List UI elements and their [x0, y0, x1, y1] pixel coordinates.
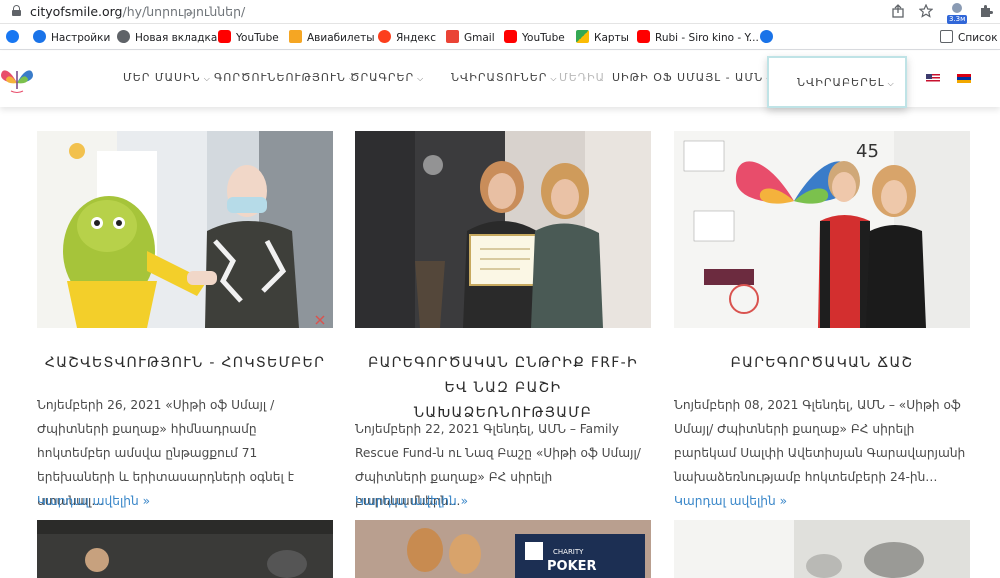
- chevron-down-icon: ⌵: [203, 74, 211, 83]
- share-icon[interactable]: [890, 4, 906, 20]
- youtube-icon: [504, 30, 517, 43]
- edge-icon: [760, 30, 773, 43]
- chevron-down-icon: ⌵: [550, 74, 558, 83]
- city-of-smile-logo[interactable]: [0, 61, 34, 97]
- nav-label: ՄԵՐ ՄԱՍԻՆ: [123, 71, 201, 84]
- profile-badge: 3.3м: [947, 15, 968, 24]
- aviasales-icon: [289, 30, 302, 43]
- profile-avatar-icon[interactable]: 3.3м: [946, 2, 968, 24]
- star-bookmark-icon[interactable]: [918, 3, 934, 20]
- nav-item-about[interactable]: ՄԵՐ ՄԱՍԻՆ ⌵: [123, 71, 211, 86]
- article-image-next-row[interactable]: [37, 520, 333, 578]
- nav-item-activities[interactable]: ԳՈՐԾՈՒՆԵՈՒԹՅՈՒՆ ⌵: [214, 71, 356, 86]
- article-image[interactable]: [37, 131, 333, 328]
- yandex-icon: [378, 30, 391, 43]
- url-host: cityofsmile.org: [30, 4, 123, 19]
- bookmark-yandex[interactable]: Яндекс: [378, 30, 436, 46]
- svg-text:45: 45: [856, 141, 879, 162]
- bookmark-label: Яндекс: [396, 32, 436, 44]
- lock-icon: [12, 5, 21, 16]
- article-image-next-row[interactable]: CHARITY POKER: [355, 520, 651, 578]
- english-flag-icon[interactable]: [926, 74, 940, 83]
- nav-label: ՆՎԻՐԱՏՈՒՆԵՐ: [451, 71, 548, 84]
- facebook-icon: [6, 30, 19, 43]
- article-title[interactable]: ԲԱՐԵԳՈՐԾԱԿԱՆ ԸՆԹՐԻՔ FRF-Ի ԵՎ ՆԱԶ ԲԱՇԻ ՆԱ…: [355, 351, 651, 426]
- youtube-icon: [637, 30, 650, 43]
- bookmark-label: Карты: [594, 32, 629, 44]
- bookmark-label: Rubi - Siro kino - Y...: [655, 32, 759, 44]
- bookmarks-bar: Настройки Новая вкладка YouTube Авиабиле…: [0, 25, 1000, 50]
- nav-item-media[interactable]: ՄԵԴԻԱ: [559, 71, 605, 85]
- bookmark-aviabilety[interactable]: Авиабилеты: [289, 30, 375, 46]
- site-header: ՄԵՐ ՄԱՍԻՆ ⌵ ԳՈՐԾՈՒՆԵՈՒԹՅՈՒՆ ⌵ ԾՐԱԳՐԵՐ ⌵ ՆՎԻ…: [0, 51, 1000, 108]
- nav-item-programs[interactable]: ԾՐԱԳՐԵՐ ⌵: [350, 71, 424, 86]
- reading-list-icon: [940, 30, 953, 43]
- read-more-link[interactable]: Կարդալ ավելին »: [37, 494, 150, 508]
- article-title[interactable]: ՀԱՇՎԵՏՎՈՒԹՅՈՒՆ - ՀՈԿՏԵՄԲԵՐ: [37, 351, 333, 376]
- bookmark-new-tab[interactable]: Новая вкладка: [117, 30, 217, 46]
- url-text[interactable]: cityofsmile.org/hy/նորություններ/: [30, 4, 245, 19]
- bookmark-label: Список д: [958, 32, 1000, 44]
- nav-label: ԳՈՐԾՈՒՆԵՈՒԹՅՈՒՆ: [214, 71, 346, 84]
- bookmark-facebook[interactable]: [6, 30, 24, 46]
- url-path: /hy/նորություններ/: [122, 4, 246, 19]
- chevron-down-icon: ⌵: [887, 79, 895, 88]
- image-corner-icon: [315, 310, 325, 325]
- donate-label: ՆՎԻՐԱԲԵՐԵԼ: [797, 76, 885, 89]
- bookmark-label: Настройки: [51, 32, 111, 44]
- bookmark-label: YouTube: [236, 32, 279, 44]
- maps-icon: [576, 30, 589, 43]
- svg-text:POKER: POKER: [547, 559, 597, 574]
- bookmark-settings[interactable]: Настройки: [33, 30, 110, 46]
- svg-text:CHARITY: CHARITY: [553, 548, 584, 556]
- settings-gear-icon: [33, 30, 46, 43]
- bookmark-maps[interactable]: Карты: [576, 30, 629, 46]
- bookmark-label: Авиабилеты: [307, 32, 375, 44]
- bookmark-rubi-siro-kino[interactable]: Rubi - Siro kino - Y...: [637, 30, 759, 46]
- youtube-icon: [218, 30, 231, 43]
- bookmark-gmail[interactable]: Gmail: [446, 30, 495, 46]
- bookmark-label: YouTube: [522, 32, 565, 44]
- nav-label: ՄԵԴԻԱ: [559, 71, 606, 84]
- extensions-puzzle-icon[interactable]: [978, 4, 994, 20]
- bookmark-reading-list[interactable]: Список д: [940, 30, 1000, 46]
- globe-icon: [117, 30, 130, 43]
- gmail-icon: [446, 30, 459, 43]
- article-excerpt: Նոյեմբերի 08, 2021 Գլենդել, ԱՄՆ – «Սիթի …: [674, 398, 966, 484]
- nav-label: ԾՐԱԳՐԵՐ: [350, 71, 415, 84]
- article-image[interactable]: 45: [674, 131, 970, 328]
- chevron-down-icon: ⌵: [417, 74, 425, 83]
- read-more-link[interactable]: Կարդալ ավելին »: [674, 494, 787, 508]
- donate-button[interactable]: ՆՎԻՐԱԲԵՐԵԼ ⌵: [767, 56, 907, 108]
- bookmark-youtube-2[interactable]: YouTube: [504, 30, 565, 46]
- bookmark-youtube[interactable]: YouTube: [218, 30, 279, 46]
- read-more-link[interactable]: Կարդալ ավելին »: [355, 494, 468, 508]
- bookmark-label: Новая вкладка: [135, 32, 218, 44]
- browser-address-bar[interactable]: cityofsmile.org/hy/նորություններ/ 3.3м: [0, 0, 1000, 24]
- armenian-flag-icon[interactable]: [957, 74, 971, 83]
- bookmark-edge[interactable]: [760, 30, 778, 46]
- bookmark-label: Gmail: [464, 32, 495, 44]
- article-image[interactable]: [355, 131, 651, 328]
- article-image-next-row[interactable]: [674, 520, 970, 578]
- nav-label: ՍԻԹԻ ՕՖ ՍՄԱՅԼ - ԱՄՆ: [612, 71, 764, 84]
- article-title[interactable]: ԲԱՐԵԳՈՐԾԱԿԱՆ ՃԱՇ: [674, 351, 970, 376]
- nav-item-donors[interactable]: ՆՎԻՐԱՏՈՒՆԵՐ ⌵: [451, 71, 557, 86]
- nav-item-city-of-smile-usa[interactable]: ՍԻԹԻ ՕՖ ՍՄԱՅԼ - ԱՄՆ⌵: [612, 71, 773, 86]
